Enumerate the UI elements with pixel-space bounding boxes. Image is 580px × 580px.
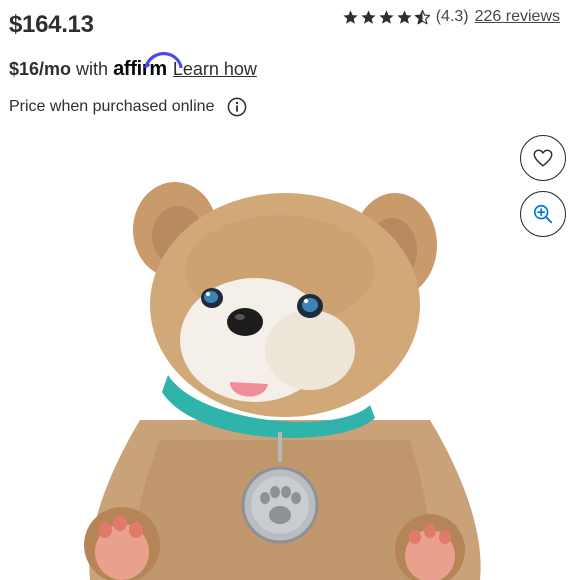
info-icon[interactable] — [227, 97, 247, 117]
affirm-arc-icon — [144, 52, 183, 68]
rating-stars — [342, 9, 431, 26]
monthly-price: $16/mo — [9, 59, 72, 79]
heart-icon — [533, 149, 553, 167]
rating-summary[interactable]: (4.3) 226 reviews — [342, 6, 560, 28]
affirm-with-text: with — [76, 59, 109, 79]
purchase-note: Price when purchased online — [9, 97, 247, 117]
star-icon — [397, 9, 412, 24]
reviews-link[interactable]: 226 reviews — [475, 8, 560, 26]
star-half-icon — [414, 9, 430, 24]
zoom-button[interactable] — [520, 191, 566, 237]
star-icon — [361, 9, 376, 24]
product-price: $164.13 — [9, 11, 94, 38]
affirm-financing: $16/mo with affirm Learn how — [9, 52, 257, 81]
star-icon — [343, 9, 358, 24]
zoom-in-icon — [533, 204, 553, 224]
purchase-note-text: Price when purchased online — [9, 98, 215, 115]
affirm-logo: affirm — [113, 52, 183, 81]
product-image — [84, 182, 481, 580]
star-icon — [379, 9, 394, 24]
rating-value: (4.3) — [435, 8, 469, 25]
learn-how-link[interactable]: Learn how — [173, 59, 257, 80]
favorite-button[interactable] — [520, 135, 566, 181]
